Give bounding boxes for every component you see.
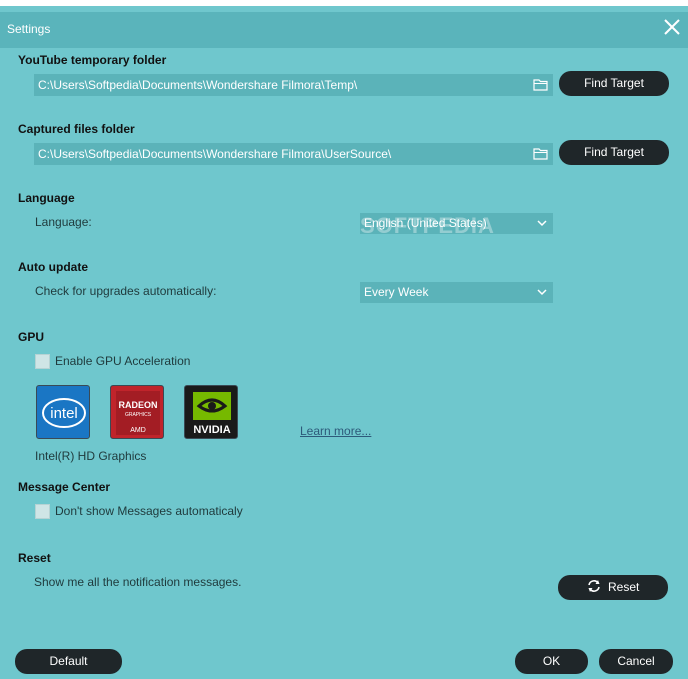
reset-button[interactable]: Reset [558, 575, 668, 600]
auto-update-title: Auto update [18, 260, 88, 274]
amd-logo-bottom: AMD [130, 427, 146, 434]
amd-logo-top: RADEON [118, 400, 157, 410]
nvidia-logo[interactable]: NVIDIA [184, 385, 238, 439]
reset-label: Show me all the notification messages. [34, 575, 242, 589]
intel-logo[interactable]: intel [36, 385, 90, 439]
title-bar: Settings [0, 12, 688, 48]
gpu-adapter-name: Intel(R) HD Graphics [35, 449, 147, 463]
window-title: Settings [7, 22, 51, 36]
ok-button[interactable]: OK [515, 649, 588, 674]
reset-button-label: Reset [607, 580, 640, 594]
language-label: Language: [35, 215, 92, 229]
intel-logo-text: intel [50, 405, 78, 422]
enable-gpu-checkbox[interactable] [35, 354, 50, 369]
captured-find-target-button[interactable]: Find Target [559, 140, 669, 165]
settings-window: Settings YouTube temporary folder C:\Use… [0, 0, 688, 679]
dont-show-messages-checkbox[interactable] [35, 504, 50, 519]
amd-logo[interactable]: RADEON GRAPHICS AMD [110, 385, 164, 439]
message-center-title: Message Center [18, 480, 111, 494]
youtube-folder-title: YouTube temporary folder [18, 53, 167, 67]
dont-show-messages-label[interactable]: Don't show Messages automaticaly [55, 504, 243, 518]
close-icon[interactable] [662, 17, 682, 37]
auto-update-select[interactable]: Every Week [360, 282, 553, 303]
cancel-button[interactable]: Cancel [599, 649, 673, 674]
language-title: Language [18, 191, 75, 205]
auto-update-label: Check for upgrades automatically: [35, 284, 217, 298]
youtube-find-target-button[interactable]: Find Target [559, 71, 669, 96]
folder-icon[interactable] [533, 78, 548, 91]
youtube-folder-path[interactable]: C:\Users\Softpedia\Documents\Wondershare… [34, 74, 553, 96]
default-button[interactable]: Default [15, 649, 122, 674]
language-select-value: English (United States) [364, 216, 487, 230]
refresh-icon [587, 580, 600, 592]
language-select[interactable]: English (United States) [360, 213, 553, 234]
folder-icon[interactable] [533, 147, 548, 160]
reset-title: Reset [18, 551, 51, 565]
learn-more-link[interactable]: Learn more... [300, 424, 371, 438]
auto-update-select-value: Every Week [364, 285, 429, 299]
enable-gpu-label[interactable]: Enable GPU Acceleration [55, 354, 190, 368]
gpu-title: GPU [18, 330, 45, 344]
nvidia-logo-text: NVIDIA [193, 424, 230, 436]
chevron-down-icon [537, 220, 547, 227]
captured-folder-title: Captured files folder [18, 122, 135, 136]
captured-folder-path[interactable]: C:\Users\Softpedia\Documents\Wondershare… [34, 143, 553, 165]
youtube-folder-path-text: C:\Users\Softpedia\Documents\Wondershare… [38, 78, 358, 92]
chevron-down-icon [537, 289, 547, 296]
captured-folder-path-text: C:\Users\Softpedia\Documents\Wondershare… [38, 147, 392, 161]
amd-logo-mid: GRAPHICS [125, 412, 152, 418]
